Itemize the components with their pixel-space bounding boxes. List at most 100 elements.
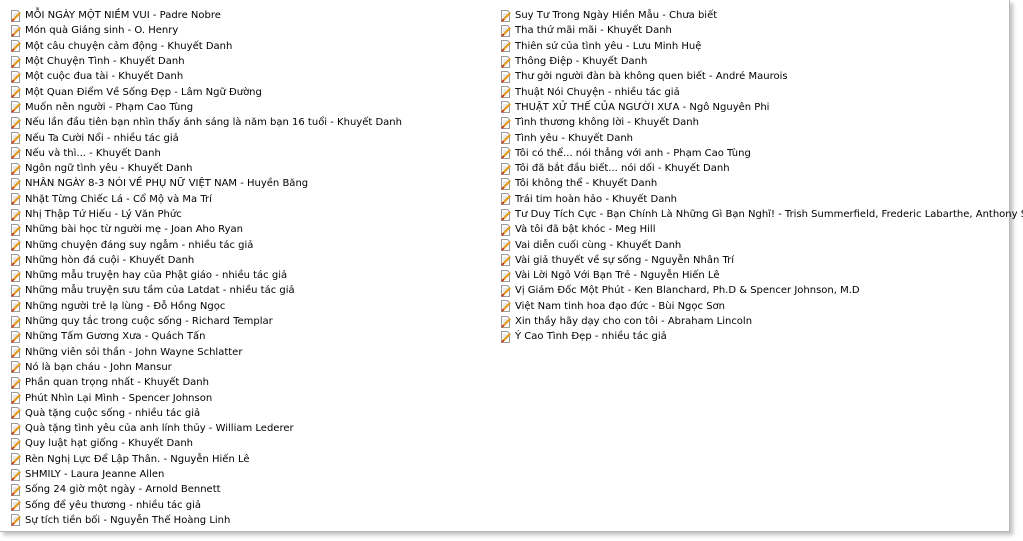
file-list-item[interactable]: Xin thầy hãy dạy cho con tôi - Abraham L… bbox=[500, 314, 1005, 329]
document-pencil-icon bbox=[10, 483, 21, 496]
file-list-item[interactable]: Quy luật hạt giống - Khuyết Danh bbox=[10, 436, 490, 451]
document-pencil-icon bbox=[10, 116, 21, 129]
file-name-label: Việt Nam tinh hoa đạo đức - Bùi Ngọc Sơn bbox=[515, 300, 725, 312]
file-list-item[interactable]: Muốn nên người - Phạm Cao Tùng bbox=[10, 100, 490, 115]
file-list-item[interactable]: Một câu chuyện cảm động - Khuyết Danh bbox=[10, 39, 490, 54]
file-name-label: Quà tặng cuộc sống - nhiều tác giả bbox=[25, 407, 201, 419]
file-name-label: Những hòn đá cuội - Khuyết Danh bbox=[25, 254, 195, 266]
file-list-item[interactable]: Nhặt Từng Chiếc Lá - Cổ Mộ và Ma Trí bbox=[10, 192, 490, 207]
file-name-label: Muốn nên người - Phạm Cao Tùng bbox=[25, 101, 194, 113]
file-list-item[interactable]: Phần quan trọng nhất - Khuyết Danh bbox=[10, 375, 490, 390]
document-pencil-icon bbox=[10, 514, 21, 527]
document-pencil-icon bbox=[500, 254, 511, 267]
file-list-item[interactable]: Nếu Ta Cười Nổi - nhiều tác giả bbox=[10, 130, 490, 145]
file-name-label: Thiên sứ của tình yêu - Lưu Minh Huệ bbox=[515, 40, 702, 52]
file-name-label: Nhặt Từng Chiếc Lá - Cổ Mộ và Ma Trí bbox=[25, 193, 212, 205]
file-list-item[interactable]: Tôi có thể... nói thẳng với anh - Phạm C… bbox=[500, 146, 1005, 161]
file-list-item[interactable]: Suy Tư Trong Ngày Hiền Mẫu - Chưa biết bbox=[500, 8, 1005, 23]
file-list-item[interactable]: Những người trẻ lạ lùng - Đỗ Hồng Ngọc bbox=[10, 299, 490, 314]
file-name-label: Những chuyện đáng suy ngẫm - nhiều tác g… bbox=[25, 239, 254, 251]
file-list-item[interactable]: Sự tích tiền bối - Nguyễn Thế Hoàng Linh bbox=[10, 513, 490, 528]
document-pencil-icon bbox=[10, 239, 21, 252]
file-list-item[interactable]: Tình yêu - Khuyết Danh bbox=[500, 130, 1005, 145]
file-list-item[interactable]: Và tôi đã bật khóc - Meg Hill bbox=[500, 222, 1005, 237]
document-pencil-icon bbox=[10, 223, 21, 236]
document-pencil-icon bbox=[500, 24, 511, 37]
document-pencil-icon bbox=[500, 223, 511, 236]
file-list-item[interactable]: NHÂN NGÀY 8-3 NÓI VỀ PHỤ NỮ VIỆT NAM - H… bbox=[10, 176, 490, 191]
file-list-item[interactable]: Một Quan Điểm Về Sống Đẹp - Lâm Ngữ Đườn… bbox=[10, 84, 490, 99]
document-pencil-icon bbox=[10, 315, 21, 328]
document-pencil-icon bbox=[500, 315, 511, 328]
file-list-item[interactable]: Những Tấm Gương Xưa - Quách Tấn bbox=[10, 329, 490, 344]
file-list-item[interactable]: Thiên sứ của tình yêu - Lưu Minh Huệ bbox=[500, 39, 1005, 54]
document-pencil-icon bbox=[10, 147, 21, 160]
file-name-label: Trái tim hoàn hảo - Khuyết Danh bbox=[515, 193, 678, 205]
file-list-item[interactable]: Việt Nam tinh hoa đạo đức - Bùi Ngọc Sơn bbox=[500, 299, 1005, 314]
file-name-label: Sống 24 giờ một ngày - Arnold Bennett bbox=[25, 484, 221, 496]
document-pencil-icon bbox=[10, 86, 21, 99]
file-list-item[interactable]: Trái tim hoàn hảo - Khuyết Danh bbox=[500, 192, 1005, 207]
file-name-label: NHÂN NGÀY 8-3 NÓI VỀ PHỤ NỮ VIỆT NAM - H… bbox=[25, 178, 309, 190]
file-list-item[interactable]: Phút Nhìn Lại Mình - Spencer Johnson bbox=[10, 390, 490, 405]
document-pencil-icon bbox=[500, 55, 511, 68]
file-list-item[interactable]: Nếu và thì... - Khuyết Danh bbox=[10, 146, 490, 161]
file-list-item[interactable]: Thông Điệp - Khuyết Danh bbox=[500, 54, 1005, 69]
file-name-label: Vị Giám Đốc Một Phút - Ken Blanchard, Ph… bbox=[515, 285, 860, 297]
file-name-label: Một cuộc đua tài - Khuyết Danh bbox=[25, 71, 184, 83]
file-list-item[interactable]: Những bài học từ người mẹ - Joan Aho Rya… bbox=[10, 222, 490, 237]
document-pencil-icon bbox=[10, 453, 21, 466]
file-list-item[interactable]: Những viên sỏi thần - John Wayne Schlatt… bbox=[10, 345, 490, 360]
document-pencil-icon bbox=[10, 193, 21, 206]
file-name-label: Nếu Ta Cười Nổi - nhiều tác giả bbox=[25, 132, 179, 144]
file-list-item[interactable]: Một cuộc đua tài - Khuyết Danh bbox=[10, 69, 490, 84]
file-name-label: Vai diễn cuối cùng - Khuyết Danh bbox=[515, 239, 682, 251]
file-list-item[interactable]: Những hòn đá cuội - Khuyết Danh bbox=[10, 253, 490, 268]
file-list-item[interactable]: Nhị Thập Tứ Hiếu - Lý Văn Phức bbox=[10, 207, 490, 222]
file-list-item[interactable]: SHMILY - Laura Jeanne Allen bbox=[10, 467, 490, 482]
file-list-item[interactable]: Nó là bạn cháu - John Mansur bbox=[10, 360, 490, 375]
file-list-item[interactable]: Sống để yêu thương - nhiều tác giả bbox=[10, 498, 490, 513]
file-list-item[interactable]: Những mẫu truyện hay của Phật giáo - nhi… bbox=[10, 268, 490, 283]
file-list-item[interactable]: Tha thứ mãi mãi - Khuyết Danh bbox=[500, 23, 1005, 38]
file-list-item[interactable]: Tôi đã bắt đầu biết... nói dối - Khuyết … bbox=[500, 161, 1005, 176]
document-pencil-icon bbox=[10, 269, 21, 282]
document-pencil-icon bbox=[500, 86, 511, 99]
document-pencil-icon bbox=[10, 101, 21, 114]
file-name-label: Vài Lời Ngỏ Với Bạn Trẻ - Nguyễn Hiến Lê bbox=[515, 270, 720, 282]
document-pencil-icon bbox=[500, 177, 511, 190]
file-name-label: Tôi không thể - Khuyết Danh bbox=[515, 178, 658, 190]
file-list-item[interactable]: Vài Lời Ngỏ Với Bạn Trẻ - Nguyễn Hiến Lê bbox=[500, 268, 1005, 283]
file-name-label: Một câu chuyện cảm động - Khuyết Danh bbox=[25, 40, 233, 52]
document-pencil-icon bbox=[500, 101, 511, 114]
file-list-item[interactable]: Tôi không thể - Khuyết Danh bbox=[500, 176, 1005, 191]
file-list-item[interactable]: Thuật Nói Chuyện - nhiều tác giả bbox=[500, 84, 1005, 99]
file-list-item[interactable]: Sống 24 giờ một ngày - Arnold Bennett bbox=[10, 482, 490, 497]
file-list-item[interactable]: Quà tặng tình yêu của anh lính thủy - Wi… bbox=[10, 421, 490, 436]
file-list-item[interactable]: Rèn Nghị Lực Để Lập Thân. - Nguyễn Hiến … bbox=[10, 452, 490, 467]
file-list-item[interactable]: Tư Duy Tích Cực - Bạn Chính Là Những Gì … bbox=[500, 207, 1023, 222]
file-list-item[interactable]: Những quy tắc trong cuộc sống - Richard … bbox=[10, 314, 490, 329]
file-list-item[interactable]: Món quà Giáng sinh - O. Henry bbox=[10, 23, 490, 38]
file-list-item[interactable]: Ngôn ngữ tình yêu - Khuyết Danh bbox=[10, 161, 490, 176]
file-list-item[interactable]: Vị Giám Đốc Một Phút - Ken Blanchard, Ph… bbox=[500, 283, 1005, 298]
document-pencil-icon bbox=[10, 422, 21, 435]
file-list-item[interactable]: THUẬT XỬ THẾ CỦA NGƯỜI XƯA - Ngô Nguyên … bbox=[500, 100, 1005, 115]
document-pencil-icon bbox=[500, 116, 511, 129]
file-name-label: Tư Duy Tích Cực - Bạn Chính Là Những Gì … bbox=[515, 209, 1023, 220]
file-list-item[interactable]: Vai diễn cuối cùng - Khuyết Danh bbox=[500, 237, 1005, 252]
file-list-item[interactable]: Những chuyện đáng suy ngẫm - nhiều tác g… bbox=[10, 237, 490, 252]
document-pencil-icon bbox=[10, 300, 21, 313]
file-list-item[interactable]: Thư gởi người đàn bà không quen biết - A… bbox=[500, 69, 1005, 84]
file-list-item[interactable]: Nếu lần đầu tiên bạn nhìn thấy ánh sáng … bbox=[10, 115, 490, 130]
file-list-item[interactable]: Một Chuyện Tình - Khuyết Danh bbox=[10, 54, 490, 69]
file-name-label: Những mẫu truyện hay của Phật giáo - nhi… bbox=[25, 270, 288, 282]
file-list-item[interactable]: Vài giả thuyết về sự sống - Nguyễn Nhân … bbox=[500, 253, 1005, 268]
file-name-label: MỖI NGÀY MỘT NIỀM VUI - Padre Nobre bbox=[25, 10, 221, 22]
file-list-item[interactable]: Những mẫu truyện sưu tầm của Latdat - nh… bbox=[10, 283, 490, 298]
file-list-item[interactable]: MỖI NGÀY MỘT NIỀM VUI - Padre Nobre bbox=[10, 8, 490, 23]
file-list-item[interactable]: Ý Cao Tình Đẹp - nhiều tác giả bbox=[500, 329, 1005, 344]
file-list-item[interactable]: Tình thương không lời - Khuyết Danh bbox=[500, 115, 1005, 130]
file-name-label: Những bài học từ người mẹ - Joan Aho Rya… bbox=[25, 224, 243, 236]
file-list-item[interactable]: Quà tặng cuộc sống - nhiều tác giả bbox=[10, 406, 490, 421]
